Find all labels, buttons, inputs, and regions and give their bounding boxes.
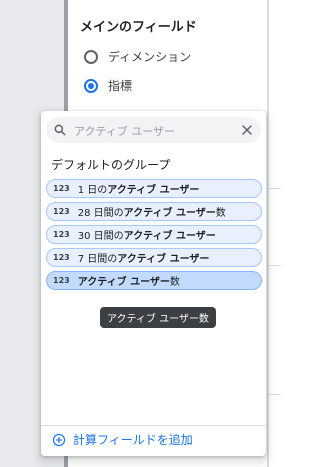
right-divider (268, 0, 269, 467)
close-icon[interactable] (239, 122, 255, 138)
radio-label: ディメンション (108, 50, 192, 64)
main-field-title: メインのフィールド (80, 20, 197, 35)
radio-label: 指標 (108, 79, 133, 93)
chip-bold: アクティブ ユーザー (107, 185, 200, 196)
number-type-icon: 123 (53, 184, 70, 193)
chip-prefix: 30 日間の (77, 231, 124, 242)
field-picker-popup: デフォルトのグループ 123 1 日のアクティブ ユーザー 123 28 日間の… (41, 111, 266, 456)
tooltip: アクティブ ユーザー数 (100, 307, 216, 328)
number-type-icon: 123 (53, 207, 70, 216)
divider (268, 265, 281, 266)
chip-prefix: 28 日間の (77, 208, 124, 219)
search-icon (54, 124, 66, 136)
divider (268, 188, 281, 189)
number-type-icon: 123 (53, 230, 70, 239)
right-panel-strip (268, 0, 281, 467)
radio-button-checked[interactable] (84, 78, 98, 93)
group-title: デフォルトのグループ (51, 158, 171, 172)
divider (268, 394, 281, 395)
chip-suffix: 数 (169, 277, 180, 288)
number-type-icon: 123 (53, 276, 70, 285)
search-input[interactable] (72, 120, 236, 142)
number-type-icon: 123 (53, 253, 70, 262)
footer-divider (41, 425, 266, 426)
radio-metric[interactable]: 指標 (84, 77, 132, 94)
radio-button[interactable] (84, 49, 98, 64)
chip-bold: アクティブ ユーザー (123, 231, 216, 242)
chip-bold: アクティブ ユーザー (77, 277, 170, 288)
metric-chip-30day[interactable]: 123 30 日間のアクティブ ユーザー (46, 225, 262, 244)
metric-chip-active-users[interactable]: 123 アクティブ ユーザー数 (46, 271, 262, 290)
chip-suffix: 数 (215, 208, 226, 219)
metric-list: 123 1 日のアクティブ ユーザー 123 28 日間のアクティブ ユーザー数… (46, 179, 262, 294)
add-calculated-field-label: 計算フィールドを追加 (73, 433, 193, 447)
metric-chip-7day[interactable]: 123 7 日間のアクティブ ユーザー (46, 248, 262, 267)
add-circle-icon (52, 433, 66, 446)
chip-bold: アクティブ ユーザー (123, 208, 216, 219)
metric-chip-28day[interactable]: 123 28 日間のアクティブ ユーザー数 (46, 202, 262, 221)
radio-dimension[interactable]: ディメンション (84, 48, 191, 65)
search-bar (46, 117, 261, 143)
metric-chip-1day[interactable]: 123 1 日のアクティブ ユーザー (46, 179, 262, 198)
chip-prefix: 1 日の (77, 185, 108, 196)
chip-prefix: 7 日間の (77, 254, 118, 265)
add-calculated-field-button[interactable]: 計算フィールドを追加 (52, 431, 193, 448)
chip-bold: アクティブ ユーザー (117, 254, 210, 265)
